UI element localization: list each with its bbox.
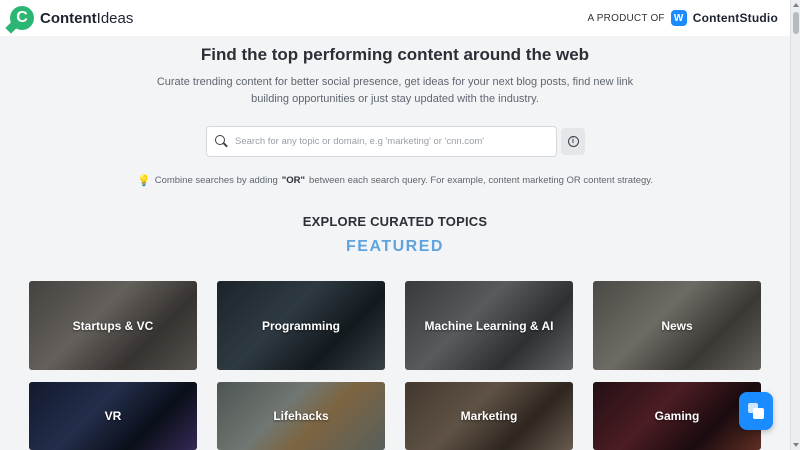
topic-card-gaming[interactable]: Gaming [593, 382, 761, 450]
topic-card-startups-vc[interactable]: Startups & VC [29, 281, 197, 370]
tip-text-after: between each search query. For example, … [309, 175, 653, 186]
search-info-button[interactable]: i [561, 128, 585, 155]
brand-logo-link[interactable]: C ContentIdeas [10, 6, 133, 30]
search-box[interactable] [206, 126, 557, 157]
search-icon [215, 135, 228, 148]
topic-card-marketing[interactable]: Marketing [405, 382, 573, 450]
chat-widget-button[interactable] [739, 392, 773, 430]
topic-card-label: Marketing [460, 409, 518, 423]
product-of-link[interactable]: A PRODUCT OF W ContentStudio [588, 10, 778, 26]
tip-keyword: "OR" [281, 175, 306, 186]
page-headline: Find the top performing content around t… [200, 45, 590, 64]
contentstudio-logo-letter: W [673, 12, 684, 24]
page-scrollbar[interactable] [790, 0, 800, 450]
chat-icon [748, 403, 764, 419]
info-icon: i [567, 136, 579, 147]
topic-card-lifehacks[interactable]: Lifehacks [217, 382, 385, 450]
topic-card-label: Machine Learning & AI [424, 318, 554, 333]
explore-topics-heading: EXPLORE CURATED TOPICS [302, 214, 488, 229]
scrollbar-thumb[interactable] [793, 12, 799, 34]
top-navbar: C ContentIdeas A PRODUCT OF W ContentStu… [0, 0, 790, 36]
topic-card-label: Startups & VC [72, 318, 154, 333]
topic-card-programming[interactable]: Programming [217, 281, 385, 370]
topic-card-vr[interactable]: VR [29, 382, 197, 450]
topic-card-news[interactable]: News [593, 281, 761, 370]
contentstudio-logo-icon: W [670, 10, 687, 26]
lightbulb-icon: 💡 [137, 175, 151, 187]
logo-letter: C [16, 9, 28, 26]
search-input[interactable] [235, 136, 556, 147]
featured-heading: FEATURED [346, 238, 444, 255]
topic-card-label: VR [104, 409, 122, 423]
scroll-down-arrow-icon[interactable] [793, 443, 799, 447]
brand-name: ContentIdeas [40, 10, 133, 27]
brand-name-bold: Content [40, 9, 97, 27]
search-tip: 💡 Combine searches by adding "OR" betwee… [0, 174, 790, 187]
topic-card-machine-learning-ai[interactable]: Machine Learning & AI [405, 281, 573, 370]
contentideas-logo-icon: C [10, 6, 34, 30]
contentstudio-name: ContentStudio [692, 11, 778, 25]
brand-name-rest: Ideas [96, 9, 134, 27]
page-subheading: Curate trending content for better socia… [156, 76, 634, 105]
product-of-label: A PRODUCT OF [587, 12, 665, 24]
tip-text-before: Combine searches by adding [154, 175, 278, 186]
topic-card-label: Lifehacks [273, 409, 329, 423]
scroll-up-arrow-icon[interactable] [793, 3, 799, 7]
topic-card-label: Gaming [654, 409, 700, 423]
topic-card-label: Programming [261, 318, 340, 333]
topic-card-label: News [661, 318, 693, 333]
